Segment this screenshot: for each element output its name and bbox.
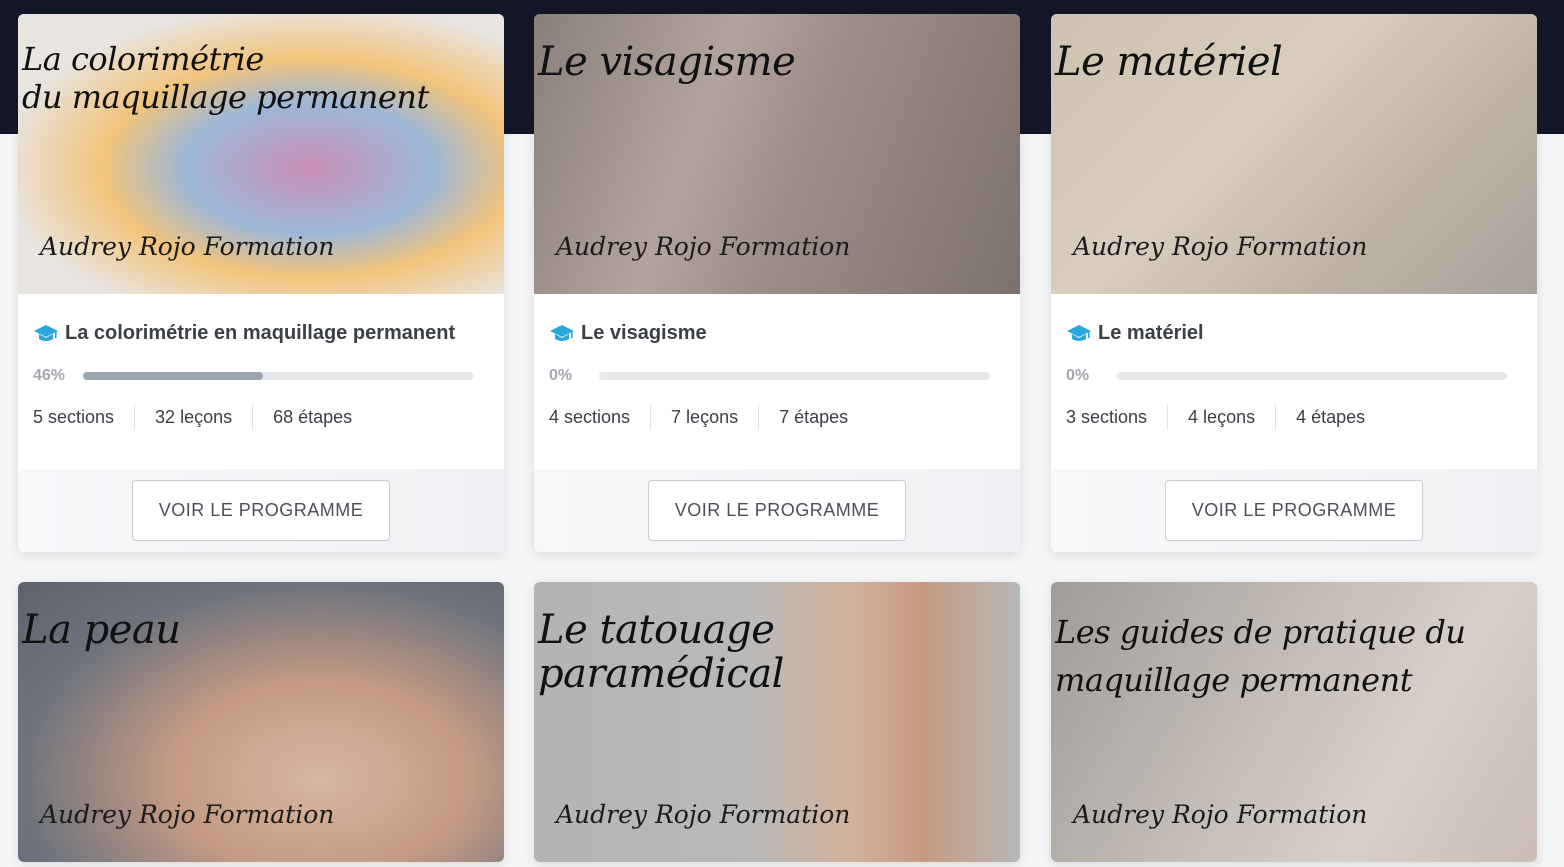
progress-bar <box>599 372 990 380</box>
stat-steps: 4 étapes <box>1275 404 1385 430</box>
course-card[interactable]: La colorimétrie du maquillage permanent … <box>18 14 504 552</box>
progress-percent: 0% <box>1066 367 1090 384</box>
stat-sections: 4 sections <box>549 407 631 427</box>
thumbnail-signature: Audrey Rojo Formation <box>556 232 851 261</box>
course-thumbnail[interactable]: La colorimétrie du maquillage permanent … <box>18 14 504 294</box>
view-program-button[interactable]: VOIR LE PROGRAMME <box>132 480 390 541</box>
thumbnail-signature: Audrey Rojo Formation <box>40 232 335 261</box>
course-thumbnail[interactable]: Le matériel Audrey Rojo Formation <box>1051 14 1537 294</box>
card-footer: VOIR LE PROGRAMME <box>534 469 1020 552</box>
thumbnail-signature: Audrey Rojo Formation <box>1073 800 1368 829</box>
course-title-row[interactable]: La colorimétrie en maquillage permanent <box>33 318 489 348</box>
course-card[interactable]: La peau Audrey Rojo Formation <box>18 582 504 862</box>
thumbnail-title: La colorimétrie du maquillage permanent <box>22 40 429 116</box>
graduation-cap-icon <box>34 325 58 341</box>
course-progress: 0% <box>549 362 1005 390</box>
course-card[interactable]: Le matériel Audrey Rojo Formation Le mat… <box>1051 14 1537 552</box>
course-title-row[interactable]: Le visagisme <box>549 318 1005 348</box>
course-stats: 5 sections 32 leçons 68 étapes <box>33 402 489 432</box>
stat-sections: 5 sections <box>33 407 115 427</box>
thumbnail-title: Le tatouage paramédical <box>538 607 784 697</box>
stat-lessons: 4 leçons <box>1167 404 1275 430</box>
thumbnail-title: Les guides de pratique du maquillage per… <box>1055 613 1466 699</box>
course-thumbnail[interactable]: La peau Audrey Rojo Formation <box>18 582 504 862</box>
card-footer: VOIR LE PROGRAMME <box>18 469 504 552</box>
thumbnail-title: Le visagisme <box>538 39 796 85</box>
course-card[interactable]: Le visagisme Audrey Rojo Formation Le vi… <box>534 14 1020 552</box>
course-progress: 46% <box>33 362 489 390</box>
thumbnail-signature: Audrey Rojo Formation <box>556 800 851 829</box>
stat-steps: 7 étapes <box>758 404 868 430</box>
course-title[interactable]: Le matériel <box>1098 322 1204 345</box>
course-body: Le matériel 0% 3 sections 4 leçons 4 éta… <box>1051 294 1537 469</box>
course-thumbnail[interactable]: Les guides de pratique du maquillage per… <box>1051 582 1537 862</box>
course-progress: 0% <box>1066 362 1522 390</box>
course-title[interactable]: Le visagisme <box>581 322 707 345</box>
progress-percent: 46% <box>33 367 66 384</box>
course-stats: 3 sections 4 leçons 4 étapes <box>1066 402 1522 432</box>
course-thumbnail[interactable]: Le visagisme Audrey Rojo Formation <box>534 14 1020 294</box>
view-program-button[interactable]: VOIR LE PROGRAMME <box>1165 480 1423 541</box>
course-card[interactable]: Les guides de pratique du maquillage per… <box>1051 582 1537 862</box>
course-body: La colorimétrie en maquillage permanent … <box>18 294 504 469</box>
progress-percent: 0% <box>549 367 573 384</box>
thumbnail-signature: Audrey Rojo Formation <box>40 800 335 829</box>
course-title[interactable]: La colorimétrie en maquillage permanent <box>65 322 455 345</box>
course-body: Le visagisme 0% 4 sections 7 leçons 7 ét… <box>534 294 1020 469</box>
thumbnail-title: Le matériel <box>1055 39 1283 85</box>
view-program-button[interactable]: VOIR LE PROGRAMME <box>648 480 906 541</box>
progress-bar <box>83 372 474 380</box>
stat-lessons: 7 leçons <box>650 404 758 430</box>
progress-bar <box>1116 372 1507 380</box>
stat-sections: 3 sections <box>1066 407 1148 427</box>
thumbnail-signature: Audrey Rojo Formation <box>1073 232 1368 261</box>
course-stats: 4 sections 7 leçons 7 étapes <box>549 402 1005 432</box>
graduation-cap-icon <box>1067 325 1091 341</box>
stat-steps: 68 étapes <box>252 404 372 430</box>
stat-lessons: 32 leçons <box>134 404 252 430</box>
course-thumbnail[interactable]: Le tatouage paramédical Audrey Rojo Form… <box>534 582 1020 862</box>
card-footer: VOIR LE PROGRAMME <box>1051 469 1537 552</box>
progress-bar-fill <box>83 372 263 380</box>
course-title-row[interactable]: Le matériel <box>1066 318 1522 348</box>
course-card[interactable]: Le tatouage paramédical Audrey Rojo Form… <box>534 582 1020 862</box>
graduation-cap-icon <box>550 325 574 341</box>
thumbnail-title: La peau <box>22 607 181 653</box>
